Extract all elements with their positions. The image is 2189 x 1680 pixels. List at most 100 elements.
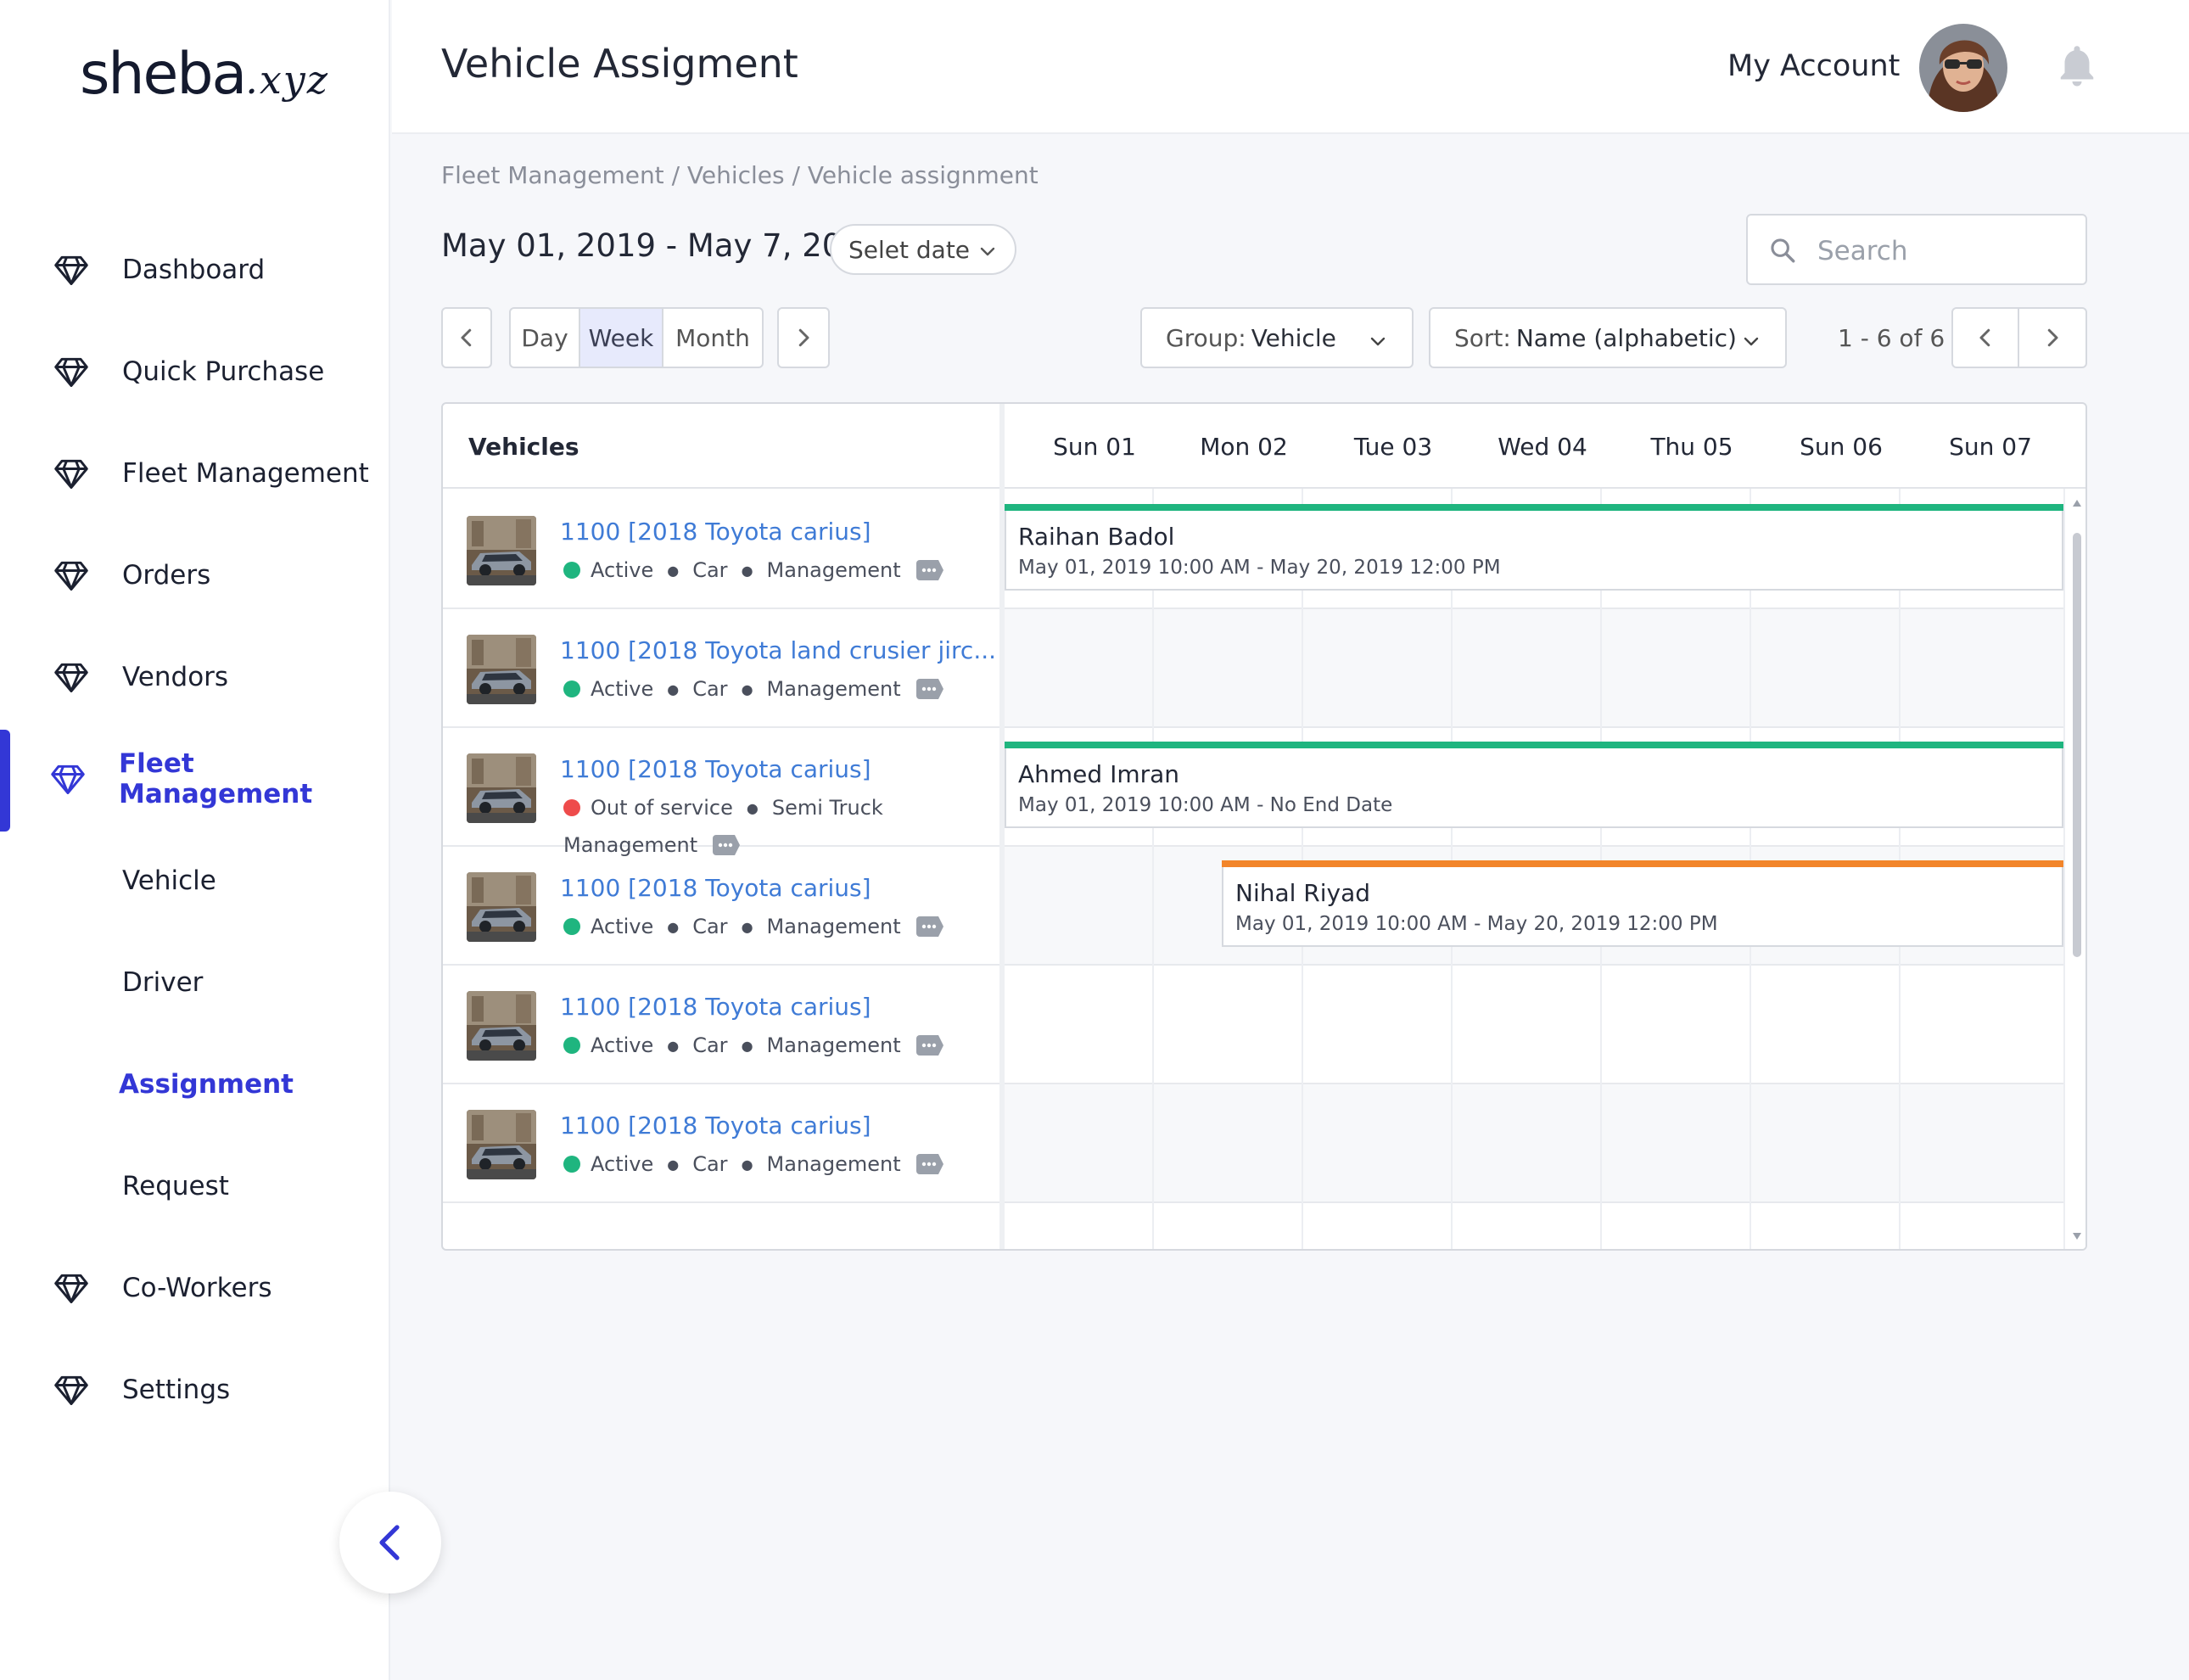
sidebar-item-label: Quick Purchase	[122, 356, 325, 387]
vehicle-link[interactable]: 1100 [2018 Toyota carius]	[560, 993, 871, 1021]
driver-name: Ahmed Imran	[1018, 760, 1180, 788]
sidebar-item-fleet-management-active[interactable]: Fleet Management	[0, 736, 390, 821]
more-tag-icon[interactable]	[915, 1154, 943, 1174]
separator: ●	[741, 1156, 753, 1173]
brand-logo[interactable]: sheba.xyz	[80, 41, 329, 108]
more-tag-icon[interactable]	[915, 560, 943, 580]
vehicle-link[interactable]: 1100 [2018 Toyota land crusier jirc...	[560, 636, 996, 664]
sidebar-subitem-vehicle[interactable]: Vehicle	[0, 838, 390, 923]
sidebar-item-orders[interactable]: Orders	[0, 533, 390, 618]
day-column-header: Sun 07	[1949, 433, 2032, 461]
sidebar-item-label: Settings	[122, 1375, 231, 1405]
view-switcher: Day Week Month	[509, 307, 764, 368]
assignment-booking[interactable]: Ahmed Imran May 01, 2019 10:00 AM - No E…	[1005, 742, 2063, 828]
row-timeline[interactable]	[1005, 966, 2063, 1083]
status-text: Active	[591, 1033, 654, 1057]
select-date-dropdown[interactable]: Selet date	[830, 224, 1016, 275]
separator: ●	[667, 1037, 680, 1054]
vehicle-dept: Management	[766, 1033, 901, 1057]
status-text: Out of service	[591, 796, 733, 820]
day-column-header: Sun 06	[1800, 433, 1883, 461]
vehicle-link[interactable]: 1100 [2018 Toyota carius]	[560, 1112, 871, 1140]
chevron-right-icon	[2047, 328, 2058, 347]
vehicle-link[interactable]: 1100 [2018 Toyota carius]	[560, 755, 871, 783]
vehicle-link[interactable]: 1100 [2018 Toyota carius]	[560, 518, 871, 546]
search-placeholder: Search	[1817, 236, 1908, 266]
group-dropdown[interactable]: Group: Vehicle	[1140, 307, 1414, 368]
booking-status-bar	[1222, 860, 2063, 867]
scroll-up-icon[interactable]	[2072, 499, 2082, 507]
collapse-sidebar-button[interactable]	[339, 1492, 441, 1593]
row-timeline[interactable]	[1005, 609, 2063, 726]
sidebar-subitem-request[interactable]: Request	[0, 1144, 390, 1229]
row-timeline[interactable]	[1005, 1084, 2063, 1201]
vehicle-meta: Active ● Car ● Management	[563, 1033, 943, 1057]
sidebar-item-dashboard[interactable]: Dashboard	[0, 227, 390, 312]
vertical-scrollbar[interactable]	[2063, 489, 2085, 1249]
bell-icon[interactable]	[2052, 41, 2102, 92]
booking-status-bar	[1005, 504, 2063, 511]
prev-period-button[interactable]	[441, 307, 492, 368]
chevron-down-icon	[1370, 337, 1386, 346]
more-tag-icon[interactable]	[915, 679, 943, 699]
view-month-button[interactable]: Month	[663, 309, 762, 367]
sort-dropdown[interactable]: Sort: Name (alphabetic)	[1429, 307, 1787, 368]
vehicle-dept: Management	[766, 677, 901, 701]
sidebar-subitem-assignment[interactable]: Assignment	[0, 1042, 390, 1127]
vehicle-dept: Management	[766, 1152, 901, 1176]
separator: ●	[741, 1037, 753, 1054]
top-header: Vehicle Assigment My Account	[392, 0, 2189, 134]
sidebar-item-label: Request	[122, 1171, 229, 1201]
status-text: Active	[591, 677, 654, 701]
sidebar-item-vendors[interactable]: Vendors	[0, 635, 390, 720]
status-dot	[563, 562, 580, 579]
diamond-icon	[51, 764, 85, 794]
vehicle-thumbnail	[467, 872, 536, 942]
separator: ●	[667, 562, 680, 579]
sidebar-item-co-workers[interactable]: Co-Workers	[0, 1246, 390, 1330]
view-day-button[interactable]: Day	[511, 309, 580, 367]
chevron-left-icon	[379, 1525, 400, 1560]
assignment-schedule-grid: Vehicles Sun 01 Mon 02 Tue 03 Wed 04 Thu…	[441, 402, 2087, 1251]
more-tag-icon[interactable]	[915, 1035, 943, 1056]
status-dot	[563, 1156, 580, 1173]
my-account-link[interactable]: My Account	[1727, 49, 1900, 83]
more-tag-icon[interactable]	[915, 916, 943, 937]
sidebar-item-settings[interactable]: Settings	[0, 1347, 390, 1432]
separator: ●	[741, 918, 753, 935]
diamond-icon	[54, 663, 88, 692]
sidebar-subitem-driver[interactable]: Driver	[0, 940, 390, 1025]
avatar[interactable]	[1919, 24, 2007, 112]
separator: ●	[667, 680, 680, 697]
sidebar-item-quick-purchase[interactable]: Quick Purchase	[0, 329, 390, 414]
logo-area: sheba.xyz	[0, 0, 390, 219]
separator: ●	[667, 918, 680, 935]
prev-page-button[interactable]	[1953, 309, 2019, 367]
search-input[interactable]: Search	[1746, 214, 2087, 285]
vehicle-thumbnail	[467, 991, 536, 1061]
page-title: Vehicle Assigment	[441, 41, 798, 87]
pagination-controls	[1951, 307, 2087, 368]
sidebar-item-fleet-management[interactable]: Fleet Management	[0, 431, 390, 516]
vehicle-thumbnail	[467, 635, 536, 704]
view-week-button[interactable]: Week	[580, 309, 663, 367]
separator: ●	[667, 1156, 680, 1173]
next-page-button[interactable]	[2019, 309, 2085, 367]
driver-name: Raihan Badol	[1018, 523, 1175, 551]
scrollbar-thumb[interactable]	[2073, 533, 2081, 957]
booking-range: May 01, 2019 10:00 AM - May 20, 2019 12:…	[1018, 557, 1501, 579]
vehicle-type: Car	[692, 558, 728, 582]
select-date-label: Selet date	[848, 235, 971, 264]
assignment-booking[interactable]: Nihal Riyad May 01, 2019 10:00 AM - May …	[1222, 860, 2063, 947]
vehicle-link[interactable]: 1100 [2018 Toyota carius]	[560, 874, 871, 902]
next-period-button[interactable]	[777, 307, 830, 368]
vehicle-row: 1100 [2018 Toyota carius] Active ● Car ●…	[443, 966, 2063, 1084]
assignment-booking[interactable]: Raihan Badol May 01, 2019 10:00 AM - May…	[1005, 504, 2063, 591]
scroll-down-icon[interactable]	[2072, 1232, 2082, 1240]
car-photo-image	[467, 635, 536, 704]
diamond-icon	[54, 459, 88, 489]
chevron-down-icon	[1744, 337, 1759, 346]
breadcrumb[interactable]: Fleet Management / Vehicles / Vehicle as…	[441, 161, 1039, 189]
diamond-icon	[54, 1274, 88, 1303]
day-column-header: Wed 04	[1498, 433, 1587, 461]
